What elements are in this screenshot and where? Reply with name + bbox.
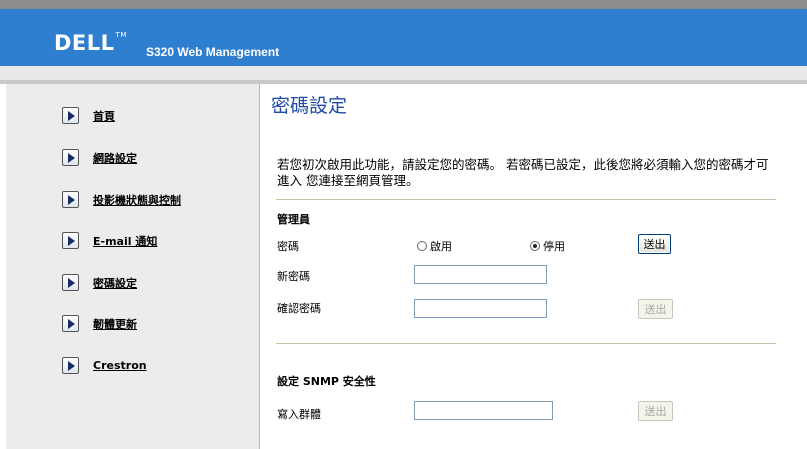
- write-community-field[interactable]: [414, 401, 553, 420]
- confirm-submit-button[interactable]: 送出: [638, 299, 673, 319]
- sidebar-item-label[interactable]: E-mail 通知: [93, 233, 157, 249]
- admin-section-title: 管理員: [277, 213, 310, 226]
- password-submit-button[interactable]: 送出: [638, 234, 671, 254]
- arrow-right-icon[interactable]: [62, 191, 79, 208]
- sidebar-item-label[interactable]: 韌體更新: [93, 316, 137, 332]
- radio-disable-circle[interactable]: [530, 241, 540, 251]
- sidebar-item-crestron[interactable]: Crestron: [62, 357, 147, 374]
- sidebar-item-label[interactable]: Crestron: [93, 359, 147, 372]
- logo-trademark: TM: [115, 31, 127, 39]
- enable-label[interactable]: 啟用: [430, 238, 452, 254]
- new-password-label: 新密碼: [277, 270, 310, 283]
- password-label: 密碼: [277, 240, 299, 253]
- arrow-right-icon[interactable]: [62, 107, 79, 124]
- intro-text: 若您初次啟用此功能，請設定您的密碼。 若密碼已設定，此後您將必須輸入您的密碼才可…: [277, 157, 769, 188]
- disable-radio[interactable]: 停用: [530, 238, 565, 254]
- confirm-password-label: 確認密碼: [277, 302, 321, 315]
- sidebar-item-label[interactable]: 網路設定: [93, 150, 137, 166]
- sidebar-item-label[interactable]: 密碼設定: [93, 275, 137, 291]
- sidebar-item-label[interactable]: 首頁: [93, 108, 115, 124]
- section-divider: [276, 343, 776, 344]
- community-label: 寫入群體: [277, 408, 321, 421]
- app-title: S320 Web Management: [146, 45, 280, 59]
- enable-radio[interactable]: 啟用: [417, 238, 452, 254]
- confirm-password-field[interactable]: [414, 299, 547, 318]
- radio-enable-circle[interactable]: [417, 241, 427, 251]
- sidebar-item-label[interactable]: 投影機狀態與控制: [93, 192, 181, 208]
- sidebar-item-firmware[interactable]: 韌體更新: [62, 315, 137, 332]
- sidebar-item-home[interactable]: 首頁: [62, 107, 115, 124]
- page-title: 密碼設定: [271, 95, 348, 117]
- sidebar-item-projector-status[interactable]: 投影機狀態與控制: [62, 191, 181, 208]
- sidebar-item-email[interactable]: E-mail 通知: [62, 232, 157, 249]
- logo-text: DELL: [54, 31, 115, 55]
- snmp-submit-button[interactable]: 送出: [638, 401, 673, 421]
- sidebar-item-network[interactable]: 網路設定: [62, 149, 137, 166]
- arrow-right-icon[interactable]: [62, 149, 79, 166]
- arrow-right-icon[interactable]: [62, 357, 79, 374]
- arrow-right-icon[interactable]: [62, 274, 79, 291]
- header-bar: DELLTM S320 Web Management: [0, 9, 807, 66]
- top-strip: [0, 0, 807, 9]
- snmp-section-title: 設定 SNMP 安全性: [277, 375, 376, 388]
- sidebar-divider: [259, 84, 260, 449]
- arrow-right-icon[interactable]: [62, 232, 79, 249]
- header-band: [0, 66, 807, 80]
- dell-logo: DELLTM: [54, 31, 127, 55]
- new-password-field[interactable]: [414, 265, 547, 284]
- section-divider: [276, 199, 776, 200]
- sidebar-item-password[interactable]: 密碼設定: [62, 274, 137, 291]
- sidebar: [6, 84, 259, 449]
- disable-label[interactable]: 停用: [543, 238, 565, 254]
- arrow-right-icon[interactable]: [62, 315, 79, 332]
